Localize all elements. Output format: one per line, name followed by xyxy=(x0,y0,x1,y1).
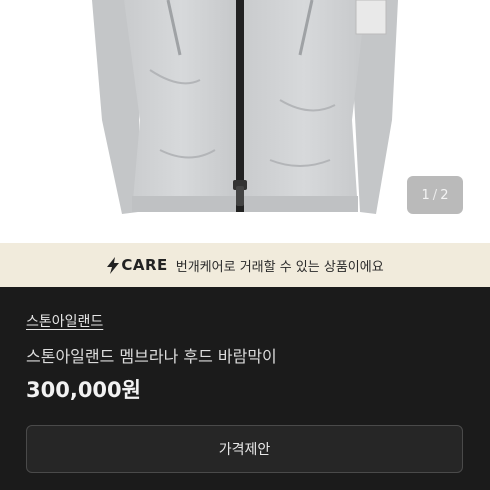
price-offer-button[interactable]: 가격제안 xyxy=(26,425,463,473)
lightning-icon xyxy=(107,256,120,274)
care-logo-text: CARE xyxy=(121,256,168,274)
counter-total: 2 xyxy=(440,187,449,203)
care-message: 번개케어로 거래할 수 있는 상품이에요 xyxy=(175,259,384,275)
store-link[interactable]: 스톤아일랜드 xyxy=(26,311,103,331)
counter-separator: / xyxy=(432,187,438,203)
care-logo: CARE xyxy=(106,256,167,274)
image-counter: 1 / 2 xyxy=(407,176,463,214)
care-banner[interactable]: CARE 번개케어로 거래할 수 있는 상품이에요 xyxy=(0,243,490,287)
product-price: 300,000원 xyxy=(26,378,141,402)
product-title: 스톤아일랜드 멤브라나 후드 바람막이 xyxy=(26,347,277,366)
product-photo[interactable]: 1 / 2 xyxy=(0,0,490,243)
counter-current: 1 xyxy=(421,187,430,203)
